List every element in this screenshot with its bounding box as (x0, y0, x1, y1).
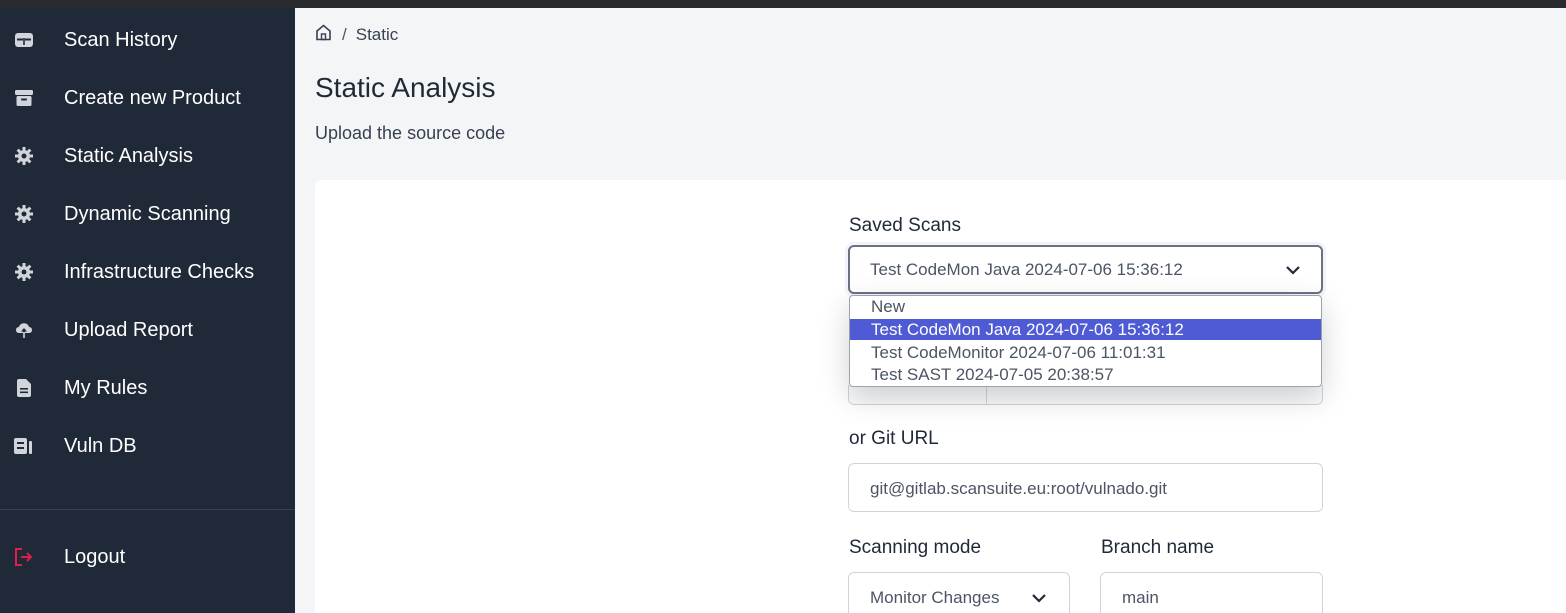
saved-scans-select[interactable]: Test CodeMon Java 2024-07-06 15:36:12 (848, 245, 1323, 294)
sidebar-item-vuln-db[interactable]: Vuln DB (0, 424, 295, 468)
window-top-bar (0, 0, 1566, 8)
sidebar-item-label: Upload Report (64, 318, 193, 341)
saved-scans-value: Test CodeMon Java 2024-07-06 15:36:12 (870, 260, 1183, 279)
page-title: Static Analysis (315, 72, 496, 103)
saved-scans-label: Saved Scans (849, 215, 961, 236)
cloud-upload-icon (14, 320, 34, 340)
database-icon (14, 436, 34, 456)
sidebar-item-label: Scan History (64, 28, 178, 51)
sidebar-item-dynamic-scanning[interactable]: Dynamic Scanning (0, 192, 295, 236)
sidebar-divider (0, 509, 295, 510)
branch-name-label: Branch name (1101, 537, 1215, 558)
document-icon (14, 378, 34, 398)
sidebar-item-upload-report[interactable]: Upload Report (0, 308, 295, 352)
gear-icon (14, 204, 34, 224)
scanning-mode-label: Scanning mode (849, 537, 982, 558)
logout-button[interactable]: Logout (0, 535, 295, 579)
breadcrumb-separator: / (342, 25, 347, 44)
home-icon[interactable] (315, 24, 332, 46)
dropdown-option-new[interactable]: New (850, 296, 1321, 317)
sidebar-item-label: Infrastructure Checks (64, 260, 255, 283)
table-icon (14, 30, 34, 50)
dropdown-option[interactable]: Test CodeMonitor 2024-07-06 11:01:31 (850, 342, 1321, 363)
git-url-label: or Git URL (849, 428, 939, 449)
file-upload-divider (986, 385, 987, 405)
saved-scans-dropdown: New Test CodeMon Java 2024-07-06 15:36:1… (849, 295, 1322, 387)
archive-icon (14, 88, 34, 108)
file-upload-field[interactable] (848, 385, 1323, 405)
sidebar-item-label: Create new Product (64, 86, 241, 109)
logout-label: Logout (64, 545, 126, 568)
logout-icon (14, 547, 34, 567)
sidebar-item-label: Dynamic Scanning (64, 202, 231, 225)
scan-form-card: Saved Scans Test CodeMon Java 2024-07-06… (315, 180, 1566, 613)
chevron-down-icon (1031, 591, 1047, 603)
sidebar-item-scan-history[interactable]: Scan History (0, 18, 295, 62)
branch-name-value: main (1122, 588, 1159, 607)
sidebar-item-my-rules[interactable]: My Rules (0, 366, 295, 410)
branch-name-input[interactable]: main (1100, 572, 1323, 613)
chevron-down-icon (1285, 263, 1301, 275)
sidebar-item-create-new-product[interactable]: Create new Product (0, 76, 295, 120)
breadcrumb-current: Static (355, 25, 399, 44)
dropdown-option-selected[interactable]: Test CodeMon Java 2024-07-06 15:36:12 (850, 319, 1321, 340)
gear-icon (14, 262, 34, 282)
gear-icon (14, 146, 34, 166)
sidebar-item-label: Vuln DB (64, 434, 137, 457)
page-subtitle: Upload the source code (315, 123, 506, 143)
sidebar-item-label: Static Analysis (64, 144, 193, 167)
git-url-value: git@gitlab.scansuite.eu:root/vulnado.git (870, 479, 1167, 498)
scanning-mode-select[interactable]: Monitor Changes (848, 572, 1070, 613)
sidebar-item-infrastructure-checks[interactable]: Infrastructure Checks (0, 250, 295, 294)
sidebar-item-static-analysis[interactable]: Static Analysis (0, 134, 295, 178)
breadcrumb: / Static (315, 24, 398, 46)
scanning-mode-value: Monitor Changes (870, 588, 1000, 607)
sidebar: Scan History Create new Product Static A… (0, 8, 295, 613)
dropdown-option[interactable]: Test SAST 2024-07-05 20:38:57 (850, 364, 1321, 385)
sidebar-item-label: My Rules (64, 376, 148, 399)
git-url-input[interactable]: git@gitlab.scansuite.eu:root/vulnado.git (848, 463, 1323, 512)
